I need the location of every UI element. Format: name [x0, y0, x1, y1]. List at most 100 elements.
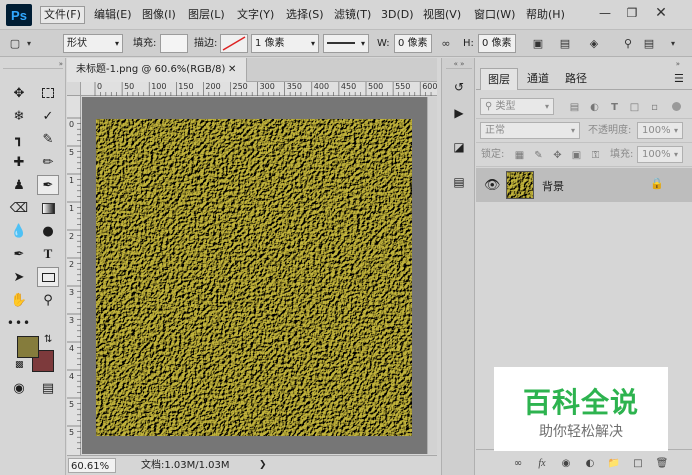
link-icon[interactable]: ∞ — [437, 35, 455, 52]
history-brush-tool-icon[interactable]: ✒ — [37, 175, 59, 195]
gradient-tool-icon[interactable] — [37, 198, 59, 218]
menu-window[interactable]: 窗口(W) — [471, 6, 518, 24]
tab-paths[interactable]: 路径 — [558, 68, 594, 90]
status-menu-arrow-icon[interactable]: ❯ — [259, 458, 267, 473]
screen-mode-icon[interactable]: ▤ — [37, 378, 59, 398]
tool-preset-icon[interactable]: ▢ — [6, 35, 24, 52]
eye-icon[interactable]: 👁 — [484, 178, 501, 193]
path-selection-tool-icon[interactable]: ➤ — [8, 267, 30, 287]
filter-toggle-icon[interactable] — [672, 102, 681, 111]
workspace-icon[interactable]: ▤ — [640, 35, 658, 52]
properties-panel-icon[interactable]: ▤ — [450, 173, 468, 191]
lock-transparent-icon[interactable]: ▦ — [512, 147, 527, 163]
quick-select-tool-icon[interactable]: ✓ — [37, 106, 59, 126]
tool-preset-dropdown-icon[interactable]: ▾ — [24, 35, 34, 52]
marquee-tool-icon[interactable] — [37, 83, 59, 103]
3d-panel-icon[interactable]: ◪ — [450, 138, 468, 156]
swap-colors-icon[interactable]: ⇅ — [44, 334, 52, 345]
lock-all-icon[interactable]: ⚿ — [588, 147, 603, 163]
collapse-panel-icon[interactable]: » — [476, 60, 692, 68]
menu-file[interactable]: 文件(F) — [40, 6, 85, 24]
height-field[interactable]: 0 像素 — [478, 34, 516, 53]
menu-help[interactable]: 帮助(H) — [523, 6, 568, 24]
new-layer-icon[interactable]: □ — [629, 455, 647, 471]
quick-mask-icon[interactable]: ◉ — [8, 378, 30, 398]
lock-image-icon[interactable]: ✎ — [531, 147, 546, 163]
filter-type-icon[interactable]: T — [607, 99, 622, 115]
stroke-type-select[interactable]: ▾ — [323, 34, 369, 53]
path-alignment-icon[interactable]: ▤ — [556, 35, 574, 52]
menu-type[interactable]: 文字(Y) — [234, 6, 277, 24]
fill-swatch[interactable] — [160, 34, 188, 53]
pen-tool-icon[interactable]: ✒ — [8, 244, 30, 264]
width-field[interactable]: 0 像素 — [394, 34, 432, 53]
dodge-tool-icon[interactable]: ● — [37, 221, 59, 241]
expand-panels-icon[interactable]: « » — [446, 60, 472, 69]
document-tab[interactable]: 未标题-1.png @ 60.6%(RGB/8) ✕ — [67, 58, 247, 82]
vertical-ruler[interactable]: 0 5 1 1 2 2 3 3 4 4 5 5 — [67, 96, 81, 456]
layer-filter-select[interactable]: ⚲ 类型 ▾ — [480, 98, 554, 115]
move-tool-icon[interactable]: ✥ — [8, 83, 30, 103]
stroke-width-select[interactable]: 1 像素 ▾ — [251, 34, 319, 53]
link-layers-icon[interactable]: ∞ — [509, 455, 527, 471]
edit-toolbar-icon[interactable]: ••• — [7, 313, 30, 333]
horizontal-ruler[interactable]: 0 50 100 150 200 250 300 350 400 450 500 550 600 — [81, 82, 437, 96]
eyedropper-tool-icon[interactable]: ✎ — [37, 129, 59, 149]
restore-icon[interactable]: ❐ — [621, 4, 643, 22]
filter-smart-object-icon[interactable]: ▫ — [647, 99, 662, 115]
menu-select[interactable]: 选择(S) — [283, 6, 327, 24]
healing-brush-tool-icon[interactable]: ✚ — [8, 152, 30, 172]
menu-layer[interactable]: 图层(L) — [185, 6, 228, 24]
filter-adjustment-icon[interactable]: ◐ — [587, 99, 602, 115]
path-operations-icon[interactable]: ▣ — [529, 35, 547, 52]
rectangle-tool-icon[interactable] — [37, 267, 59, 287]
layer-style-icon[interactable]: fx — [533, 455, 551, 471]
tab-layers[interactable]: 图层 — [480, 68, 518, 90]
blend-mode-select[interactable]: 正常 ▾ — [480, 122, 580, 139]
opacity-field[interactable]: 100% ▾ — [637, 122, 683, 139]
workspace-dropdown-icon[interactable]: ▾ — [664, 35, 682, 52]
path-arrangement-icon[interactable]: ◈ — [585, 35, 603, 52]
eraser-tool-icon[interactable]: ⌫ — [8, 198, 30, 218]
minimize-icon[interactable]: — — [594, 4, 616, 22]
history-panel-icon[interactable]: ↺ — [450, 78, 468, 96]
search-icon[interactable]: ⚲ — [619, 35, 637, 52]
close-icon[interactable]: ✕ — [650, 4, 672, 22]
actions-panel-icon[interactable]: ▶ — [450, 104, 468, 122]
menu-3d[interactable]: 3D(D) — [378, 6, 417, 24]
menu-edit[interactable]: 编辑(E) — [91, 6, 135, 24]
shape-mode-select[interactable]: 形状 ▾ — [63, 34, 123, 53]
vertical-scrollbar[interactable] — [427, 97, 437, 454]
filter-shape-icon[interactable]: □ — [627, 99, 642, 115]
default-colors-icon[interactable]: ▩ — [15, 360, 24, 370]
blur-tool-icon[interactable]: 💧 — [8, 221, 30, 241]
tab-channels[interactable]: 通道 — [520, 68, 556, 90]
canvas-image[interactable] — [96, 119, 412, 436]
zoom-field[interactable]: 60.61% — [68, 458, 116, 473]
layer-row[interactable]: 👁 背景 🔒 — [476, 168, 692, 202]
adjustment-layer-icon[interactable]: ◐ — [581, 455, 599, 471]
zoom-tool-icon[interactable]: ⚲ — [37, 290, 59, 310]
crop-tool-icon[interactable]: ┓ — [8, 129, 30, 149]
panel-menu-icon[interactable]: ☰ — [674, 72, 684, 85]
filter-pixel-icon[interactable]: ▤ — [567, 99, 582, 115]
lasso-tool-icon[interactable]: ❄ — [8, 106, 30, 126]
delete-layer-icon[interactable]: 🗑 — [653, 455, 671, 471]
clone-stamp-tool-icon[interactable]: ♟ — [8, 175, 30, 195]
add-mask-icon[interactable]: ◉ — [557, 455, 575, 471]
stroke-swatch[interactable] — [220, 34, 248, 53]
menu-filter[interactable]: 滤镜(T) — [331, 6, 374, 24]
type-tool-icon[interactable]: T — [37, 244, 59, 264]
hand-tool-icon[interactable]: ✋ — [8, 290, 30, 310]
lock-position-icon[interactable]: ✥ — [550, 147, 565, 163]
lock-artboard-icon[interactable]: ▣ — [569, 147, 584, 163]
close-tab-icon[interactable]: ✕ — [228, 58, 236, 82]
brush-tool-icon[interactable]: ✏ — [37, 152, 59, 172]
new-group-icon[interactable]: 📁 — [605, 455, 623, 471]
layer-name[interactable]: 背景 — [542, 178, 564, 194]
ruler-origin[interactable] — [67, 82, 81, 96]
fill-field[interactable]: 100% ▾ — [637, 146, 683, 163]
collapse-arrows-icon[interactable]: » — [3, 60, 63, 69]
menu-image[interactable]: 图像(I) — [139, 6, 179, 24]
menu-view[interactable]: 视图(V) — [420, 6, 464, 24]
